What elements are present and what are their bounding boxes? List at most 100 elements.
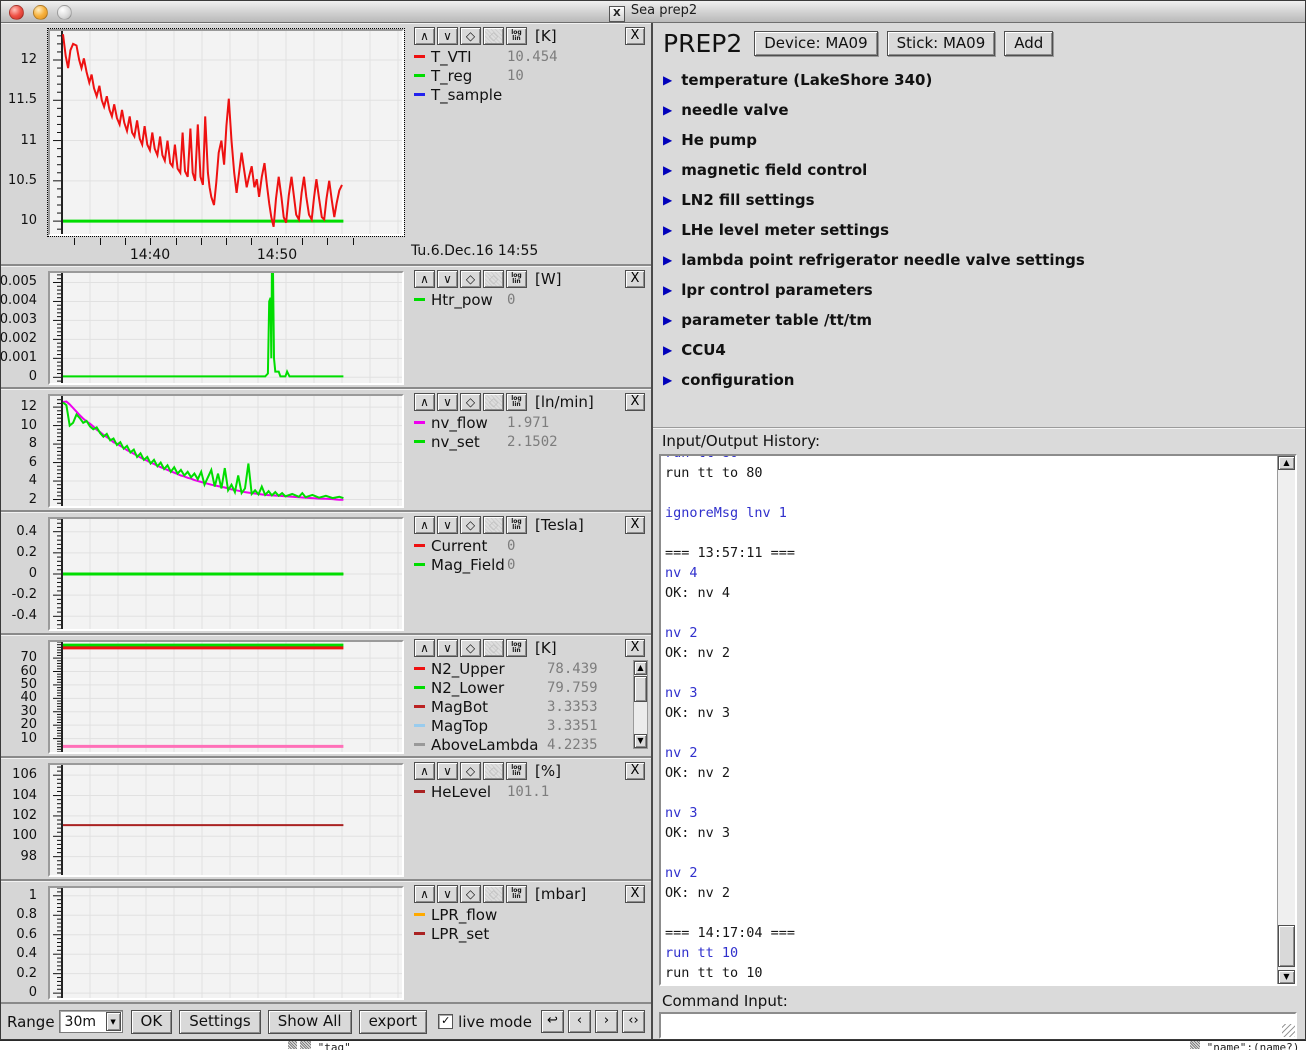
chevron-down-icon[interactable]: ▼ (106, 1012, 121, 1031)
scale-down-button[interactable]: ∨ (437, 885, 458, 903)
scale-down-button[interactable]: ∨ (437, 393, 458, 411)
close-plot-button[interactable]: X (625, 27, 645, 45)
close-plot-button[interactable]: X (625, 270, 645, 288)
live-mode-checkbox[interactable]: ✓ (438, 1014, 453, 1029)
legend-color-dash-icon (414, 913, 425, 916)
legend-series-name: LPR_flow (431, 906, 507, 924)
plot-canvas-1[interactable] (48, 29, 404, 236)
section-item-4[interactable]: ▶magnetic field control (663, 155, 1295, 185)
scale-up-button[interactable]: ∧ (414, 393, 435, 411)
legend-scrollbar[interactable]: ▲▼ (633, 660, 648, 749)
log-lin-toggle-button[interactable]: loglin (506, 762, 527, 780)
nav-expand-button[interactable]: ‹› (622, 1010, 645, 1033)
autoscale-button[interactable]: ◇ (460, 762, 481, 780)
scrollbar-down-icon[interactable]: ▼ (634, 734, 647, 748)
x-tick (226, 238, 227, 245)
autoscale-button[interactable]: ◇ (460, 516, 481, 534)
scale-up-button[interactable]: ∧ (414, 516, 435, 534)
autoscale-button[interactable]: ◇ (460, 27, 481, 45)
device-button[interactable]: Device: MA09 (754, 31, 877, 56)
command-input[interactable] (661, 1014, 1295, 1037)
log-lin-toggle-button[interactable]: loglin (506, 885, 527, 903)
settings-button[interactable]: Settings (179, 1010, 261, 1034)
scale-down-button[interactable]: ∨ (437, 270, 458, 288)
section-item-6[interactable]: ▶LHe level meter settings (663, 215, 1295, 245)
plot-canvas-2[interactable] (48, 271, 404, 385)
section-item-2[interactable]: ▶needle valve (663, 95, 1295, 125)
lin-label: lin (507, 279, 526, 285)
log-lin-toggle-button[interactable]: loglin (506, 393, 527, 411)
autoscale-button[interactable]: ◇ (460, 885, 481, 903)
legend-row: T_reg10 (414, 66, 651, 85)
close-plot-button[interactable]: X (625, 516, 645, 534)
section-item-7[interactable]: ▶lambda point refrigerator needle valve … (663, 245, 1295, 275)
scale-down-button[interactable]: ∨ (437, 639, 458, 657)
legend-row: MagBot3.3353 (414, 697, 651, 716)
close-plot-button[interactable]: X (625, 885, 645, 903)
close-plot-button[interactable]: X (625, 762, 645, 780)
log-lin-toggle-button[interactable]: loglin (506, 27, 527, 45)
legend-series-value: 3.3351 (547, 718, 598, 734)
section-item-5[interactable]: ▶LN2 fill settings (663, 185, 1295, 215)
scrollbar-up-icon[interactable]: ▲ (634, 661, 647, 675)
nav-left-button[interactable]: ‹ (568, 1010, 591, 1033)
scrollbar-down-icon[interactable]: ▼ (1278, 970, 1295, 984)
io-history-line (665, 525, 1277, 545)
scale-up-button[interactable]: ∧ (414, 762, 435, 780)
close-plot-button[interactable]: X (625, 393, 645, 411)
autoscale-button[interactable]: ◇ (460, 393, 481, 411)
close-plot-button[interactable]: X (625, 639, 645, 657)
io-history-line: OK: nv 2 (665, 765, 1277, 785)
scrollbar-up-icon[interactable]: ▲ (1278, 456, 1295, 470)
plot-canvas-4[interactable] (48, 517, 404, 631)
scale-up-button[interactable]: ∧ (414, 270, 435, 288)
log-lin-toggle-button[interactable]: loglin (506, 516, 527, 534)
section-item-1[interactable]: ▶temperature (LakeShore 340) (663, 65, 1295, 95)
legend-series-value: 10.454 (507, 49, 558, 65)
log-lin-toggle-button[interactable]: loglin (506, 639, 527, 657)
ok-button[interactable]: OK (131, 1010, 173, 1034)
titlebar: XSea prep2 (1, 1, 1305, 23)
stick-button[interactable]: Stick: MA09 (887, 31, 996, 56)
add-button[interactable]: Add (1004, 31, 1053, 56)
nav-right-button[interactable]: › (595, 1010, 618, 1033)
legend-color-dash-icon (414, 790, 425, 793)
scrollbar-thumb[interactable] (634, 676, 647, 702)
scale-down-button[interactable]: ∨ (437, 516, 458, 534)
legend-color-dash-icon (414, 563, 425, 566)
plot-canvas-5[interactable] (48, 640, 404, 754)
section-item-8[interactable]: ▶lpr control parameters (663, 275, 1295, 305)
show-all-button[interactable]: Show All (268, 1010, 352, 1034)
plot-canvas-7[interactable] (48, 886, 404, 1000)
legend-series-name: N2_Lower (431, 679, 547, 697)
live-mode-label: live mode (458, 1013, 532, 1031)
plot-canvas-3[interactable] (48, 394, 404, 508)
unit-label: [ln/min] (535, 393, 594, 411)
io-history-line: nv 3 (665, 805, 1277, 825)
autoscale-button[interactable]: ◇ (460, 270, 481, 288)
scale-up-button[interactable]: ∧ (414, 885, 435, 903)
nav-replay-button[interactable]: ↩ (541, 1010, 564, 1033)
scale-up-button[interactable]: ∧ (414, 639, 435, 657)
log-lin-toggle-button[interactable]: loglin (506, 270, 527, 288)
x-tick (100, 238, 101, 245)
io-history-line: OK: nv 3 (665, 825, 1277, 845)
scale-up-button[interactable]: ∧ (414, 27, 435, 45)
section-item-9[interactable]: ▶parameter table /tt/tm (663, 305, 1295, 335)
scrollbar-thumb[interactable] (1278, 925, 1295, 967)
io-history-scrollbar[interactable]: ▲ ▼ (1277, 456, 1295, 984)
export-button[interactable]: export (359, 1010, 428, 1034)
scale-down-button[interactable]: ∨ (437, 762, 458, 780)
range-dropdown[interactable]: 30m ▼ (59, 1010, 123, 1033)
resize-grip-icon[interactable] (1282, 1024, 1295, 1037)
autoscale-button[interactable]: ◇ (460, 639, 481, 657)
scale-down-button[interactable]: ∨ (437, 27, 458, 45)
section-item-10[interactable]: ▶CCU4 (663, 335, 1295, 365)
plot-canvas-6[interactable] (48, 763, 404, 877)
section-item-3[interactable]: ▶He pump (663, 125, 1295, 155)
legend-color-dash-icon (414, 298, 425, 301)
io-history-line (665, 845, 1277, 865)
section-item-11[interactable]: ▶configuration (663, 365, 1295, 395)
io-history-box[interactable]: run tt 80run tt to 80 ignoreMsg lnv 1 ==… (659, 454, 1297, 986)
io-history-line: nv 3 (665, 685, 1277, 705)
